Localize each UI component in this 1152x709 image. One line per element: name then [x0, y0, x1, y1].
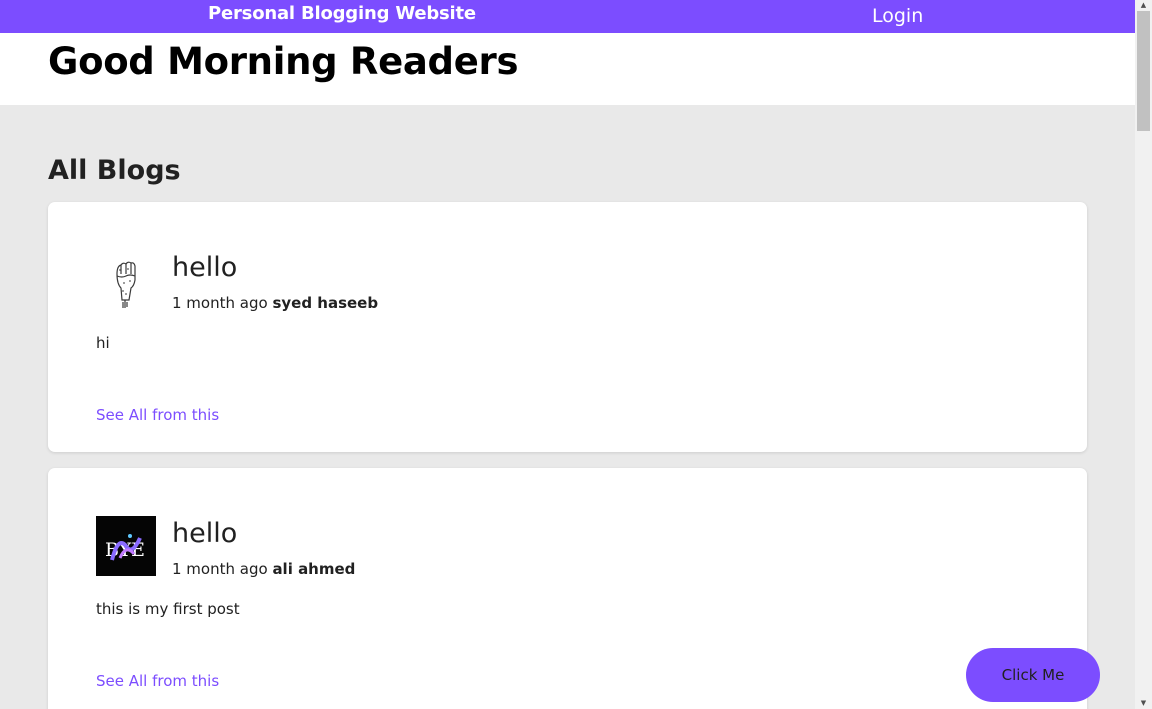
post-meta: 1 month ago ali ahmed	[172, 560, 355, 578]
post-time: 1 month ago	[172, 294, 268, 312]
post-author[interactable]: ali ahmed	[272, 560, 355, 578]
scroll-down-arrow-icon[interactable]: ▼	[1135, 698, 1152, 709]
section-title-all-blogs: All Blogs	[48, 155, 181, 186]
post-body: hi	[96, 334, 110, 352]
blog-card: hello 1 month ago syed haseeb hi See All…	[48, 202, 1087, 452]
vertical-scrollbar[interactable]: ▲ ▼	[1135, 0, 1152, 709]
logo-bye-icon: BYE	[96, 516, 156, 576]
site-title[interactable]: Personal Blogging Website	[208, 3, 476, 24]
click-me-button[interactable]: Click Me	[966, 648, 1100, 702]
post-title[interactable]: hello	[172, 518, 237, 549]
raised-fist-icon	[96, 250, 156, 310]
greeting-title: Good Morning Readers	[48, 40, 519, 83]
page-header: Good Morning Readers	[0, 33, 1135, 105]
scrollbar-thumb[interactable]	[1137, 11, 1150, 131]
post-time: 1 month ago	[172, 560, 268, 578]
see-all-link[interactable]: See All from this	[96, 406, 219, 424]
post-meta: 1 month ago syed haseeb	[172, 294, 378, 312]
post-author[interactable]: syed haseeb	[272, 294, 378, 312]
post-body: this is my first post	[96, 600, 240, 618]
post-title[interactable]: hello	[172, 252, 237, 283]
blog-card: BYE hello 1 month ago ali ahmed this is …	[48, 468, 1087, 709]
top-nav-bar: Personal Blogging Website Login	[0, 0, 1135, 33]
scroll-up-arrow-icon[interactable]: ▲	[1135, 0, 1152, 11]
see-all-link[interactable]: See All from this	[96, 672, 219, 690]
login-link[interactable]: Login	[872, 5, 923, 27]
